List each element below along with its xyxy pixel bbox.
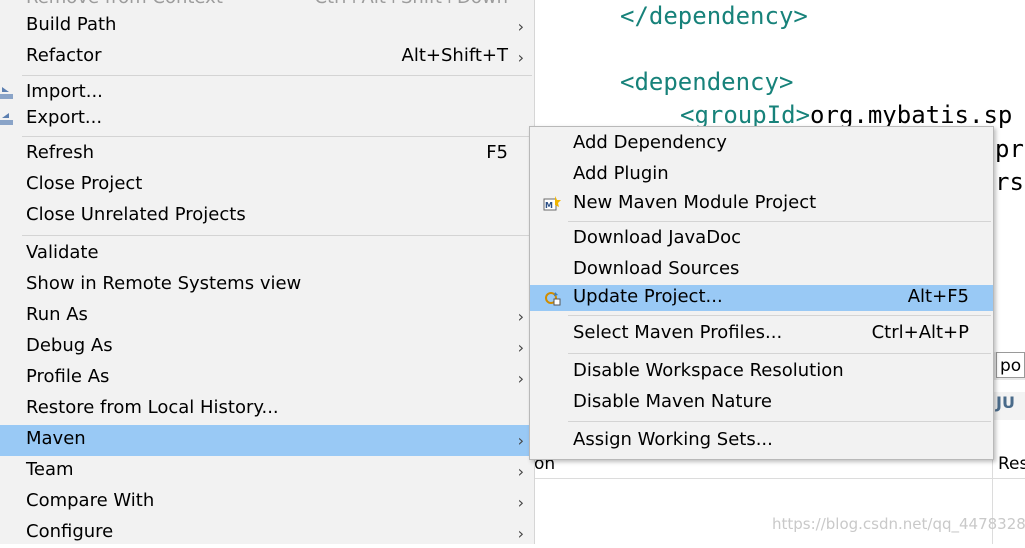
menu-item-debug-as[interactable]: Debug As ›: [0, 332, 534, 362]
menu-item-team[interactable]: Team ›: [0, 456, 534, 486]
menu-item-label: Show in Remote Systems view: [26, 273, 302, 294]
code-line: <groupId>org.mybatis.sp: [680, 101, 1012, 129]
code-line: rs: [995, 168, 1024, 196]
menu-item-label: Disable Workspace Resolution: [573, 360, 844, 381]
menu-item-label: Close Project: [26, 173, 143, 194]
submenu-arrow-icon: ›: [517, 338, 524, 357]
menu-item-label: Assign Working Sets...: [573, 429, 773, 450]
menu-item-shortcut: Alt+Shift+T: [401, 45, 508, 66]
menu-item-label: Compare With: [26, 490, 155, 511]
menu-item-label: Restore from Local History...: [26, 397, 279, 418]
menu-item-label: Refresh: [26, 142, 94, 163]
menu-item-label: Remove from Context: [26, 0, 223, 8]
menu-item-validate[interactable]: Validate: [0, 239, 534, 269]
project-context-menu: Remove from Context Ctrl+Alt+Shift+Down …: [0, 0, 535, 544]
menu-item-refresh[interactable]: Refresh F5: [0, 139, 534, 169]
menu-item-label: Debug As: [26, 335, 113, 356]
submenu-arrow-icon: ›: [517, 369, 524, 388]
menu-item-disable-workspace-resolution[interactable]: Disable Workspace Resolution: [530, 357, 993, 387]
submenu-arrow-icon: ›: [517, 431, 524, 450]
menu-item-label: Export...: [26, 107, 103, 128]
code-line: </dependency>: [620, 2, 808, 30]
menu-item-label: Add Dependency: [573, 132, 727, 153]
menu-item-label: Build Path: [26, 14, 117, 35]
menu-item-close-project[interactable]: Close Project: [0, 170, 534, 200]
submenu-arrow-icon: ›: [517, 307, 524, 326]
submenu-arrow-icon: ›: [517, 524, 524, 543]
menu-item-label: Run As: [26, 304, 88, 325]
menu-item-shortcut: Alt+F5: [907, 286, 969, 307]
menu-item-restore-from-local-history[interactable]: Restore from Local History...: [0, 394, 534, 424]
menu-item-label: Maven: [26, 428, 86, 449]
update-project-icon: [545, 292, 561, 306]
menu-item-maven[interactable]: Maven ›: [0, 425, 534, 456]
menu-item-update-project[interactable]: Update Project... Alt+F5: [530, 285, 993, 311]
maven-module-icon: M: [543, 196, 561, 211]
menu-item-label: Add Plugin: [573, 163, 669, 184]
menu-item-label: Configure: [26, 521, 114, 542]
menu-item-download-javadoc[interactable]: Download JavaDoc: [530, 224, 993, 254]
menu-item-label: Team: [26, 459, 74, 480]
code-line: pr: [995, 135, 1024, 163]
menu-item-shortcut: Ctrl+Alt+P: [871, 322, 969, 343]
menu-item-close-unrelated-projects[interactable]: Close Unrelated Projects: [0, 201, 534, 231]
menu-item-new-maven-module[interactable]: M New Maven Module Project: [530, 189, 993, 219]
column-header: Res: [998, 454, 1025, 474]
menu-item-build-path[interactable]: Build Path ›: [0, 11, 534, 41]
menu-item-label: New Maven Module Project: [573, 192, 817, 213]
submenu-arrow-icon: ›: [517, 493, 524, 512]
menu-item-label: Download Sources: [573, 258, 740, 279]
menu-separator: [568, 315, 991, 316]
menu-item-run-as[interactable]: Run As ›: [0, 301, 534, 331]
xml-tag: <groupId>: [680, 101, 811, 129]
menu-item-select-maven-profiles[interactable]: Select Maven Profiles... Ctrl+Alt+P: [530, 319, 993, 349]
menu-item-label: Update Project...: [573, 286, 723, 307]
menu-item-download-sources[interactable]: Download Sources: [530, 255, 993, 285]
xml-text: org.mybatis.sp: [810, 101, 1013, 129]
submenu-arrow-icon: ›: [517, 17, 524, 36]
svg-text:M: M: [545, 201, 553, 210]
menu-item-show-in-remote-systems[interactable]: Show in Remote Systems view: [0, 270, 534, 300]
menu-separator: [568, 421, 991, 422]
menu-item-export[interactable]: Export...: [0, 104, 534, 134]
menu-separator: [568, 353, 991, 354]
menu-item-add-plugin[interactable]: Add Plugin: [530, 160, 993, 190]
menu-item-add-dependency[interactable]: Add Dependency: [530, 129, 993, 159]
search-input[interactable]: po: [996, 352, 1025, 378]
menu-item-label: Download JavaDoc: [573, 227, 741, 248]
menu-item-compare-with[interactable]: Compare With ›: [0, 487, 534, 517]
menu-item-assign-working-sets[interactable]: Assign Working Sets...: [530, 426, 993, 456]
menu-separator: [22, 136, 532, 137]
menu-separator: [568, 221, 991, 222]
menu-item-shortcut: F5: [486, 142, 508, 163]
submenu-arrow-icon: ›: [517, 462, 524, 481]
menu-item-label: Refactor: [26, 45, 102, 66]
import-icon: [0, 87, 13, 99]
menu-separator: [22, 75, 532, 76]
maven-submenu: Add Dependency Add Plugin M New Maven Mo…: [529, 126, 994, 460]
export-icon: [0, 113, 13, 125]
menu-item-label: Disable Maven Nature: [573, 391, 772, 412]
menu-separator: [22, 235, 532, 236]
menu-item-label: Profile As: [26, 366, 110, 387]
junit-tab[interactable]: JU: [996, 393, 1015, 412]
menu-item-shortcut: Ctrl+Alt+Shift+Down: [314, 0, 508, 8]
menu-item-label: Import...: [26, 81, 103, 102]
watermark: https://blog.csdn.net/qq_44783283: [772, 515, 1025, 533]
menu-item-label: Select Maven Profiles...: [573, 322, 783, 343]
menu-item-disable-maven-nature[interactable]: Disable Maven Nature: [530, 388, 993, 418]
submenu-arrow-icon: ›: [517, 48, 524, 67]
menu-item-profile-as[interactable]: Profile As ›: [0, 363, 534, 393]
code-line: <dependency>: [620, 68, 794, 96]
menu-item-label: Close Unrelated Projects: [26, 204, 246, 225]
menu-item-refactor[interactable]: Refactor Alt+Shift+T ›: [0, 42, 534, 72]
menu-item-label: Validate: [26, 242, 99, 263]
